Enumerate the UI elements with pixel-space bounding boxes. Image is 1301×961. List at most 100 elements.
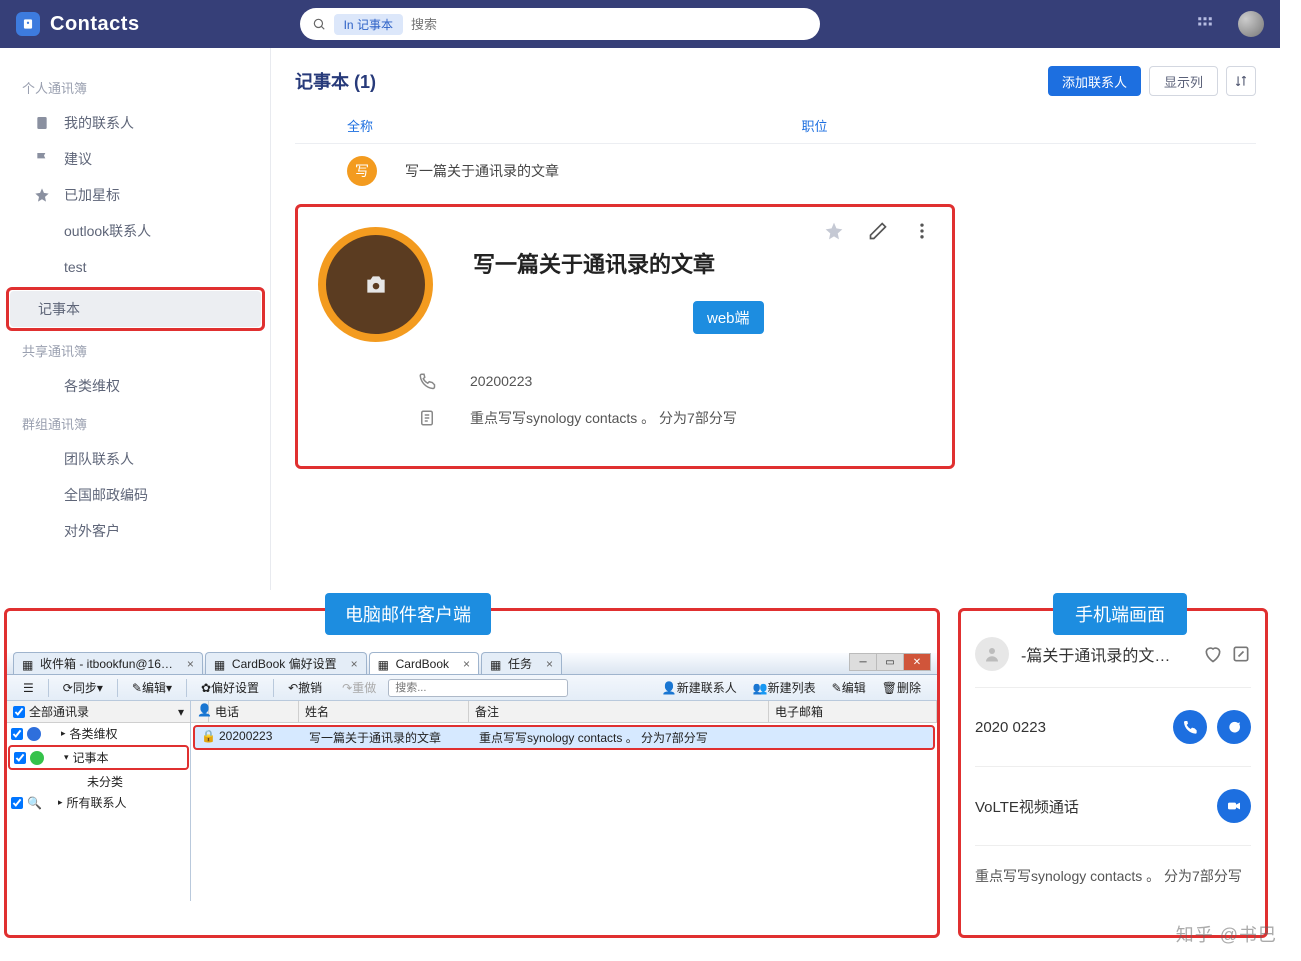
- person-icon: [983, 645, 1001, 663]
- sidebar-group: 个人通讯簿: [22, 78, 262, 97]
- contact-row[interactable]: 写 写一篇关于通讯录的文章: [295, 144, 1256, 198]
- app-logo-icon: [16, 12, 40, 36]
- sidebar-item[interactable]: 对外客户: [22, 513, 262, 549]
- tree-node[interactable]: ▾记事本: [10, 747, 187, 768]
- search-input[interactable]: [411, 17, 808, 32]
- tree-node[interactable]: 🔍▸所有联系人: [7, 792, 190, 813]
- app-tab[interactable]: ▦收件箱 - itbookfun@16…×: [13, 652, 203, 674]
- maximize-button[interactable]: ▭: [876, 653, 904, 671]
- web-tag-badge: web端: [693, 301, 764, 334]
- edit-button[interactable]: ✎ 编辑 ▾: [124, 678, 180, 698]
- tree-node[interactable]: 未分类: [7, 771, 190, 792]
- sidebar-item[interactable]: 记事本: [10, 291, 261, 327]
- app-tab[interactable]: ▦任务×: [481, 652, 562, 674]
- sidebar-item[interactable]: 团队联系人: [22, 441, 262, 477]
- th-phone[interactable]: 电话: [209, 701, 299, 722]
- sort-icon: [1234, 74, 1248, 88]
- toolbar: ☰ ⟳ 同步 ▾ ✎ 编辑 ▾ ✿ 偏好设置 ↶ 撤销 ↷ 重做 👤 新建联系人…: [7, 675, 937, 701]
- sidebar-group: 群组通讯簿: [22, 414, 262, 433]
- mobile-note: 重点写写synology contacts 。 分为7部分写: [975, 846, 1251, 906]
- search-icon: [312, 17, 326, 31]
- edit2-button[interactable]: ✎ 编辑: [824, 678, 874, 698]
- watermark: 知乎 @书巴: [1176, 921, 1277, 947]
- table-row[interactable]: 🔒 20200223 写一篇关于通讯录的文章 重点写写synology cont…: [193, 725, 935, 750]
- app-header: Contacts In 记事本: [0, 0, 1280, 48]
- app-tabs: ▦收件箱 - itbookfun@16…×▦CardBook 偏好设置×▦Car…: [7, 653, 937, 675]
- phone-button[interactable]: [1173, 710, 1207, 744]
- app-tab[interactable]: ▦CardBook 偏好设置×: [205, 652, 367, 674]
- sidebar-item[interactable]: outlook联系人: [22, 213, 262, 249]
- contact-avatar[interactable]: [318, 227, 433, 342]
- search-bar[interactable]: In 记事本: [300, 8, 820, 40]
- th-note[interactable]: 备注: [469, 701, 769, 722]
- apps-grid-icon[interactable]: [1196, 15, 1214, 33]
- add-contact-button[interactable]: 添加联系人: [1048, 66, 1141, 96]
- delete-button[interactable]: 🗑 删除: [874, 678, 929, 698]
- phone-icon: [418, 372, 436, 390]
- mobile-label: 手机端画面: [1053, 593, 1187, 635]
- contact-card: 写一篇关于通讯录的文章 web端 20200223 重点写写synology c…: [295, 204, 955, 469]
- camera-icon: [363, 272, 389, 298]
- field-phone: 20200223: [418, 372, 932, 390]
- star-icon[interactable]: [824, 221, 844, 241]
- sidebar-item[interactable]: 我的联系人: [22, 105, 262, 141]
- thunderbird-cardbook: 电脑邮件客户端 ─ ▭ ✕ ▦收件箱 - itbookfun@16…×▦Card…: [4, 608, 940, 938]
- app-tab[interactable]: ▦CardBook×: [369, 652, 479, 674]
- new-contact-button[interactable]: 👤 新建联系人: [654, 678, 745, 698]
- row-avatar: 写: [347, 156, 377, 186]
- th-icon[interactable]: 👤: [191, 701, 209, 722]
- sidebar-item[interactable]: 各类维权: [22, 368, 262, 404]
- page-title: 记事本 (1): [295, 68, 376, 94]
- tree-header[interactable]: 全部通讯录▾: [7, 701, 190, 723]
- th-email[interactable]: 电子邮箱: [769, 701, 937, 722]
- sidebar: 个人通讯簿我的联系人建议已加星标outlook联系人test 记事本共享通讯簿各类…: [0, 48, 270, 590]
- toolbar-search[interactable]: [388, 679, 568, 697]
- main-pane: 记事本 (1) 添加联系人 显示列 全称 职位 写 写一篇关于通讯录的文章: [270, 48, 1280, 590]
- mobile-title: -篇关于通讯录的文…: [1021, 642, 1195, 666]
- th-name[interactable]: 姓名: [299, 701, 469, 722]
- sidebar-item[interactable]: test: [22, 249, 262, 285]
- redo-button[interactable]: ↷ 重做: [334, 678, 384, 698]
- window-controls: ─ ▭ ✕: [850, 653, 931, 671]
- pref-button[interactable]: ✿ 偏好设置: [193, 678, 267, 698]
- tree-node[interactable]: ▸各类维权: [7, 723, 190, 744]
- addressbook-tree: 全部通讯录▾ ▸各类维权 ▾记事本未分类🔍▸所有联系人: [7, 701, 191, 901]
- toolbar-search-input[interactable]: [388, 679, 568, 697]
- desktop-client-label: 电脑邮件客户端: [325, 593, 491, 635]
- app-title: Contacts: [50, 13, 140, 36]
- sync-button[interactable]: ⟳ 同步 ▾: [55, 678, 111, 698]
- edit-square-icon[interactable]: [1231, 644, 1251, 664]
- undo-button[interactable]: ↶ 撤销: [280, 678, 330, 698]
- show-columns-button[interactable]: 显示列: [1149, 66, 1218, 96]
- col-job[interactable]: 职位: [802, 108, 1257, 143]
- video-button[interactable]: [1217, 789, 1251, 823]
- mobile-avatar: [975, 637, 1009, 671]
- main-toolbar: 记事本 (1) 添加联系人 显示列: [295, 66, 1256, 96]
- sidebar-item[interactable]: 已加星标: [22, 177, 262, 213]
- minimize-button[interactable]: ─: [849, 653, 877, 671]
- user-avatar[interactable]: [1238, 11, 1264, 37]
- tree-header-checkbox[interactable]: [13, 706, 25, 718]
- more-icon[interactable]: [912, 221, 932, 241]
- heart-icon[interactable]: [1203, 644, 1223, 664]
- mobile-row[interactable]: 2020 0223: [975, 688, 1251, 767]
- sidebar-group: 共享通讯簿: [22, 341, 262, 360]
- menu-button[interactable]: ☰: [15, 678, 42, 698]
- search-scope-chip[interactable]: In 记事本: [334, 14, 403, 35]
- table-header: 👤 电话 姓名 备注 电子邮箱: [191, 701, 937, 723]
- synology-contacts-web: Contacts In 记事本 个人通讯簿我的联系人建议已加星标outlook联…: [0, 0, 1280, 590]
- chat-button[interactable]: [1217, 710, 1251, 744]
- sidebar-item[interactable]: 建议: [22, 141, 262, 177]
- row-title: 写一篇关于通讯录的文章: [405, 161, 559, 181]
- note-icon: [418, 409, 436, 427]
- contact-table: 👤 电话 姓名 备注 电子邮箱 🔒 20200223 写一篇关于通讯录的文章 重…: [191, 701, 937, 901]
- edit-icon[interactable]: [868, 221, 888, 241]
- sidebar-item[interactable]: 全国邮政编码: [22, 477, 262, 513]
- column-headers: 全称 职位: [295, 108, 1256, 144]
- col-name[interactable]: 全称: [295, 108, 802, 143]
- new-list-button[interactable]: 👥 新建列表: [745, 678, 824, 698]
- mobile-row[interactable]: VoLTE视频通话: [975, 767, 1251, 846]
- sort-button[interactable]: [1226, 66, 1256, 96]
- close-button[interactable]: ✕: [903, 653, 931, 671]
- field-note: 重点写写synology contacts 。 分为7部分写: [418, 408, 932, 428]
